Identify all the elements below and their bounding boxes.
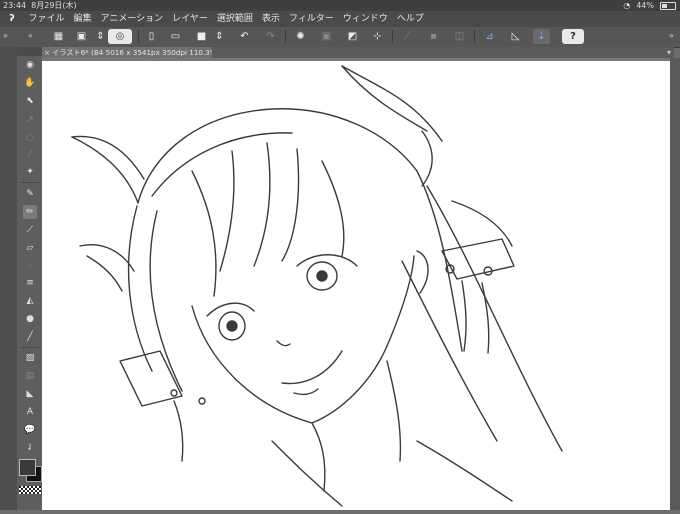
frame-border-icon[interactable]: ▤ [23, 369, 37, 383]
loading-icon[interactable]: ✺ [292, 29, 309, 44]
document-tab-bar: × イラスト6* (B4 5016 x 3541px 350dpi 110.3%)… [42, 47, 674, 58]
layer-mask-icon[interactable]: ◫ [451, 29, 468, 44]
new-file-icon[interactable]: ▯ [143, 29, 160, 44]
operation-tool-icon[interactable]: ↗ [23, 113, 37, 127]
lasso-tool-icon[interactable]: ○ [23, 131, 37, 145]
menu-filter[interactable]: フィルター [284, 11, 338, 27]
crop-icon[interactable]: ⊹ [369, 29, 386, 44]
menu-file[interactable]: ファイル [24, 11, 69, 27]
hand-tool-icon[interactable]: ✋ [23, 76, 37, 90]
menu-animation[interactable]: アニメーション [96, 11, 168, 27]
eraser-selection-icon[interactable]: ◩ [344, 29, 361, 44]
text-tool-icon[interactable]: A [23, 405, 37, 419]
menu-layer[interactable]: レイヤー [168, 11, 213, 27]
menu-edit[interactable]: 編集 [69, 11, 96, 27]
menu-window[interactable]: ウィンドウ [338, 11, 392, 27]
correct-line-tool-icon[interactable]: ⇃ [23, 441, 37, 455]
open-folder-icon[interactable]: ▭ [167, 29, 184, 44]
canvas-paper[interactable] [42, 61, 670, 510]
pen-tool-icon[interactable]: ✎ [23, 187, 37, 201]
line-tool-icon[interactable]: ╱ [23, 330, 37, 344]
ruler-tool-icon[interactable]: ◣ [23, 387, 37, 401]
menu-help[interactable]: ヘルプ [392, 11, 428, 27]
status-time: 23:44 [3, 1, 27, 10]
eraser-tool-icon[interactable]: ▱ [23, 241, 37, 255]
battery-percent: 44% [636, 1, 654, 10]
snap-grid-icon[interactable]: ⇣ [533, 29, 550, 44]
snap-ruler-icon[interactable]: ⊿ [481, 29, 498, 44]
menu-view[interactable]: 表示 [257, 11, 284, 27]
tab-menu-icon[interactable]: ▾ [667, 47, 671, 58]
document-tab-label: イラスト6* (B4 5016 x 3541px 350dpi 110.3%) [52, 48, 212, 57]
save-arrows-icon[interactable]: ⇕ [211, 29, 228, 44]
left-tray [0, 47, 17, 510]
brush-tool-icon[interactable]: ⟋ [23, 223, 37, 237]
transform-icon[interactable]: ▣ [318, 29, 335, 44]
eyedropper-tool-icon[interactable]: ⁄ [23, 148, 37, 162]
right-scrollbar[interactable] [670, 58, 680, 510]
collapse-left-icon-2[interactable]: « [28, 31, 33, 40]
save-icon[interactable]: ■ [193, 29, 210, 44]
redo-icon[interactable]: ↷ [262, 29, 279, 44]
clip-studio-icon[interactable]: ◎ [108, 29, 132, 44]
help-button[interactable]: ? [562, 29, 584, 44]
app-logo-icon[interactable]: ʔ [0, 11, 24, 27]
undo-icon[interactable]: ↶ [236, 29, 253, 44]
status-bar: 23:44 8月29日(木) ◔ 44% [0, 0, 680, 11]
fill-layer-icon[interactable]: ▪ [425, 29, 442, 44]
zoom-tool-icon[interactable]: ◉ [23, 58, 37, 72]
airbrush-tool-icon[interactable]: ⁘ [23, 259, 37, 273]
sketch-illustration [71, 65, 563, 507]
spin-arrows-icon[interactable]: ⇕ [92, 29, 109, 44]
quick-access-icon[interactable]: ▣ [73, 29, 90, 44]
foreground-color-swatch[interactable] [19, 459, 36, 476]
gradient-tool-icon[interactable]: ▨ [23, 351, 37, 365]
object-tool-icon[interactable]: ⬉ [23, 94, 37, 108]
magic-wand-icon[interactable]: ✦ [23, 165, 37, 179]
grid-menu-icon[interactable]: ▦ [50, 29, 67, 44]
wifi-icon: ◔ [623, 1, 631, 10]
pencil-tool-icon[interactable]: ✏ [23, 205, 37, 219]
ruler-icon[interactable]: ⟋ [399, 29, 416, 44]
tool-palette: ◉ ✋ ⬉ ↗ ○ ⁄ ✦ ✎ ✏ ⟋ ▱ ⁘ ≡ ◭ ● ╱ ▨ ▤ ◣ A … [17, 47, 42, 510]
blend-tool-icon[interactable]: ● [23, 312, 37, 326]
command-bar: » « ▦ ▣ ⇕ ◎ ▯ ▭ ■ ⇕ ↶ ↷ ✺ ▣ ◩ ⊹ ⟋ ▪ ◫ ⊿ … [0, 27, 680, 48]
menu-selection[interactable]: 選択範囲 [212, 11, 257, 27]
transparent-color-swatch[interactable] [19, 486, 41, 494]
snap-special-ruler-icon[interactable]: ◺ [507, 29, 524, 44]
menu-bar: ʔ ファイル 編集 アニメーション レイヤー 選択範囲 表示 フィルター ウィン… [0, 11, 680, 27]
battery-icon [660, 1, 676, 10]
close-tab-icon[interactable]: × [42, 47, 52, 58]
color-swatches[interactable] [19, 459, 42, 482]
balloon-tool-icon[interactable]: 💬 [23, 423, 37, 437]
fill-tool-icon[interactable]: ◭ [23, 294, 37, 308]
collapse-left-icon[interactable]: » [3, 31, 8, 40]
decoration-tool-icon[interactable]: ≡ [23, 276, 37, 290]
status-date: 8月29日(木) [31, 1, 77, 10]
collapse-right-icon[interactable]: » [669, 31, 674, 40]
canvas-area[interactable] [42, 58, 670, 510]
document-tab[interactable]: × イラスト6* (B4 5016 x 3541px 350dpi 110.3%) [42, 47, 212, 58]
